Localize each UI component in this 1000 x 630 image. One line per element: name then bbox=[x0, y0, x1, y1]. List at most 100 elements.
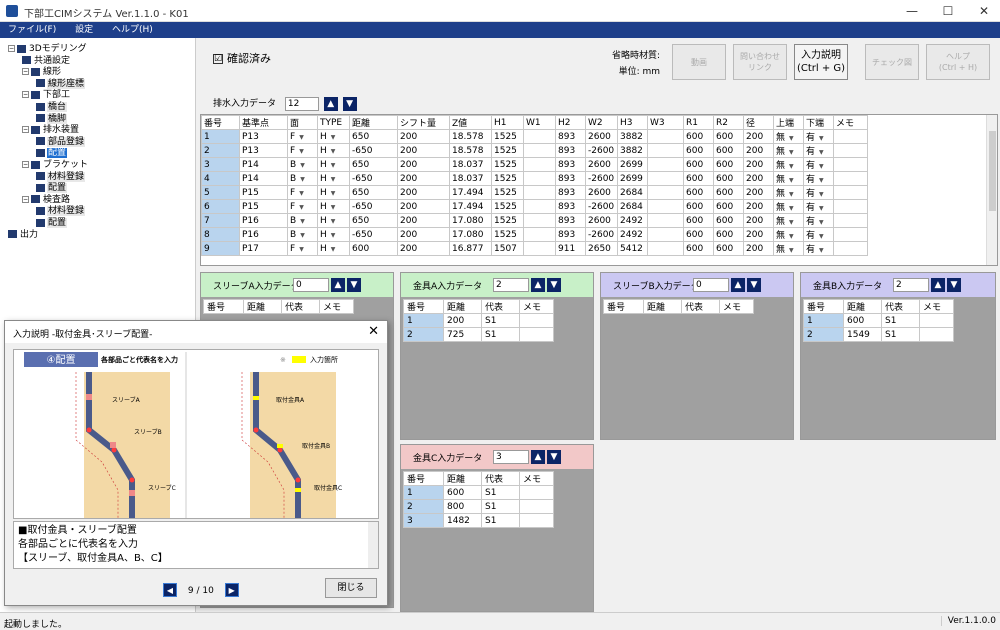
table-cell[interactable]: 650 bbox=[349, 157, 398, 172]
table-cell[interactable]: B ▼ bbox=[287, 171, 318, 186]
table-row[interactable]: 5 P15 F ▼ H ▼ 650 200 17.494 1525 893 2600 2684 600 60… bbox=[201, 185, 868, 200]
dropdown-icon[interactable]: ▼ bbox=[300, 232, 305, 239]
table-cell[interactable]: B ▼ bbox=[287, 213, 318, 228]
table-cell[interactable]: 600 bbox=[713, 185, 744, 200]
expand-icon[interactable]: − bbox=[22, 68, 29, 76]
table-cell[interactable]: 600 bbox=[683, 241, 714, 256]
table-cell[interactable]: 9 bbox=[201, 241, 240, 256]
dropdown-icon[interactable]: ▼ bbox=[789, 163, 794, 170]
dropdown-icon[interactable]: ▼ bbox=[331, 190, 336, 197]
table-cell[interactable]: 200 bbox=[743, 227, 774, 242]
table-cell[interactable]: H ▼ bbox=[317, 143, 350, 158]
table-cell[interactable] bbox=[833, 129, 868, 144]
table-cell[interactable]: 有 ▼ bbox=[803, 171, 834, 186]
minimize-button[interactable]: — bbox=[904, 3, 920, 19]
table-cell[interactable]: 600 bbox=[713, 241, 744, 256]
table-cell[interactable]: -650 bbox=[349, 227, 398, 242]
table-cell[interactable]: 1482 bbox=[443, 513, 482, 528]
table-cell[interactable]: 600 bbox=[683, 213, 714, 228]
tree-item[interactable]: 材料登録 bbox=[36, 171, 86, 183]
table-cell[interactable]: 650 bbox=[349, 213, 398, 228]
table-cell[interactable]: 有 ▼ bbox=[803, 157, 834, 172]
table-cell[interactable]: 893 bbox=[555, 143, 586, 158]
table-cell[interactable]: 無 ▼ bbox=[773, 157, 804, 172]
table-cell[interactable] bbox=[523, 213, 556, 228]
tree-item[interactable]: − 排水装置 bbox=[22, 125, 80, 136]
table-cell[interactable]: H ▼ bbox=[317, 157, 350, 172]
table-cell[interactable]: 無 ▼ bbox=[773, 143, 804, 158]
tree-item[interactable]: − 3Dモデリング bbox=[8, 44, 88, 55]
dropdown-icon[interactable]: ▼ bbox=[819, 219, 824, 226]
check-diagram-button[interactable]: チェック図 bbox=[865, 44, 919, 80]
table-cell[interactable]: 有 ▼ bbox=[803, 213, 834, 228]
dropdown-icon[interactable]: ▼ bbox=[819, 191, 824, 198]
dropdown-icon[interactable]: ▼ bbox=[819, 163, 824, 170]
table-row[interactable]: 8 P16 B ▼ H ▼ -650 200 17.080 1525 893 -2600 2492 600… bbox=[201, 227, 868, 242]
column-header[interactable]: H3 bbox=[617, 115, 648, 130]
table-cell[interactable]: 18.037 bbox=[449, 157, 492, 172]
table-row[interactable]: 7 P16 B ▼ H ▼ 650 200 17.080 1525 893 2600 2492 600 60… bbox=[201, 213, 868, 228]
tree-item[interactable]: − 線形 bbox=[22, 67, 62, 78]
table-cell[interactable] bbox=[647, 227, 684, 242]
drain-data-grid[interactable]: 番号 基準点面 TYPE 距離 シフト量 Z値 H1 W1 H2 W2 H3 W3 R1 R2 径上端 下端メ… bbox=[200, 114, 998, 266]
table-cell[interactable]: 2492 bbox=[617, 213, 648, 228]
table-cell[interactable]: 600 bbox=[683, 143, 714, 158]
table-row[interactable]: 2 P13 F ▼ H ▼ -650 200 18.578 1525 893 -2600 3882 600… bbox=[201, 143, 868, 158]
table-cell[interactable] bbox=[833, 171, 868, 186]
table-cell[interactable]: 有 ▼ bbox=[803, 241, 834, 256]
table-cell[interactable]: 有 ▼ bbox=[803, 199, 834, 214]
dropdown-icon[interactable]: ▼ bbox=[331, 148, 336, 155]
dropdown-icon[interactable]: ▼ bbox=[789, 233, 794, 240]
table-cell[interactable]: 1525 bbox=[491, 199, 524, 214]
inquiry-link-button[interactable]: 問い合わせ リンク bbox=[733, 44, 787, 80]
table-cell[interactable]: 1549 bbox=[843, 327, 882, 342]
tree-item[interactable]: 橋脚 bbox=[36, 113, 68, 125]
table-cell[interactable] bbox=[523, 227, 556, 242]
table-row[interactable]: 2 725 S1 bbox=[403, 327, 554, 342]
scrollbar-thumb[interactable] bbox=[989, 131, 996, 211]
table-cell[interactable]: F ▼ bbox=[287, 241, 318, 256]
table-cell[interactable] bbox=[523, 241, 556, 256]
dropdown-icon[interactable]: ▼ bbox=[331, 218, 336, 225]
table-cell[interactable]: -650 bbox=[349, 199, 398, 214]
dropdown-icon[interactable]: ▼ bbox=[789, 191, 794, 198]
table-cell[interactable]: 200 bbox=[743, 199, 774, 214]
table-cell[interactable] bbox=[523, 171, 556, 186]
table-cell[interactable] bbox=[519, 327, 554, 342]
table-cell[interactable]: P16 bbox=[239, 213, 288, 228]
table-cell[interactable]: 2699 bbox=[617, 157, 648, 172]
table-cell[interactable]: 無 ▼ bbox=[773, 171, 804, 186]
column-header[interactable]: 距離 bbox=[843, 299, 882, 314]
dropdown-icon[interactable]: ▼ bbox=[331, 232, 336, 239]
table-cell[interactable]: 2699 bbox=[617, 171, 648, 186]
table-cell[interactable]: 200 bbox=[743, 157, 774, 172]
table-cell[interactable] bbox=[523, 129, 556, 144]
dropdown-icon[interactable]: ▼ bbox=[789, 205, 794, 212]
dropdown-icon[interactable]: ▼ bbox=[789, 219, 794, 226]
table-cell[interactable]: P14 bbox=[239, 157, 288, 172]
menu-help[interactable]: ヘルプ(H) bbox=[104, 22, 161, 38]
table-cell[interactable]: 600 bbox=[713, 157, 744, 172]
table-cell[interactable]: 1525 bbox=[491, 143, 524, 158]
table-cell[interactable]: -2600 bbox=[585, 171, 618, 186]
input-help-button[interactable]: 入力説明 (Ctrl + G) bbox=[794, 44, 848, 80]
prev-page-button[interactable]: ◀ bbox=[163, 583, 177, 597]
dropdown-icon[interactable]: ▼ bbox=[299, 190, 304, 197]
table-cell[interactable]: 893 bbox=[555, 171, 586, 186]
panel-up-button[interactable]: ▲ bbox=[531, 450, 545, 464]
tree-item[interactable]: 材料登録 bbox=[36, 206, 86, 217]
column-header[interactable]: 代表 bbox=[681, 299, 720, 314]
table-cell[interactable] bbox=[519, 485, 554, 500]
table-cell[interactable]: 2 bbox=[803, 327, 844, 342]
tree-item[interactable]: 部品登録 bbox=[36, 136, 86, 148]
column-header[interactable]: W2 bbox=[585, 115, 618, 130]
menu-settings[interactable]: 設定 bbox=[67, 22, 101, 38]
table-cell[interactable]: 600 bbox=[349, 241, 398, 256]
table-cell[interactable]: 600 bbox=[713, 199, 744, 214]
panel-up-button[interactable]: ▲ bbox=[931, 278, 945, 292]
table-cell[interactable]: 200 bbox=[397, 199, 450, 214]
table-cell[interactable]: S1 bbox=[481, 313, 520, 328]
table-cell[interactable] bbox=[523, 157, 556, 172]
tree-item[interactable]: − 下部工 bbox=[22, 90, 71, 101]
table-cell[interactable]: 200 bbox=[397, 185, 450, 200]
